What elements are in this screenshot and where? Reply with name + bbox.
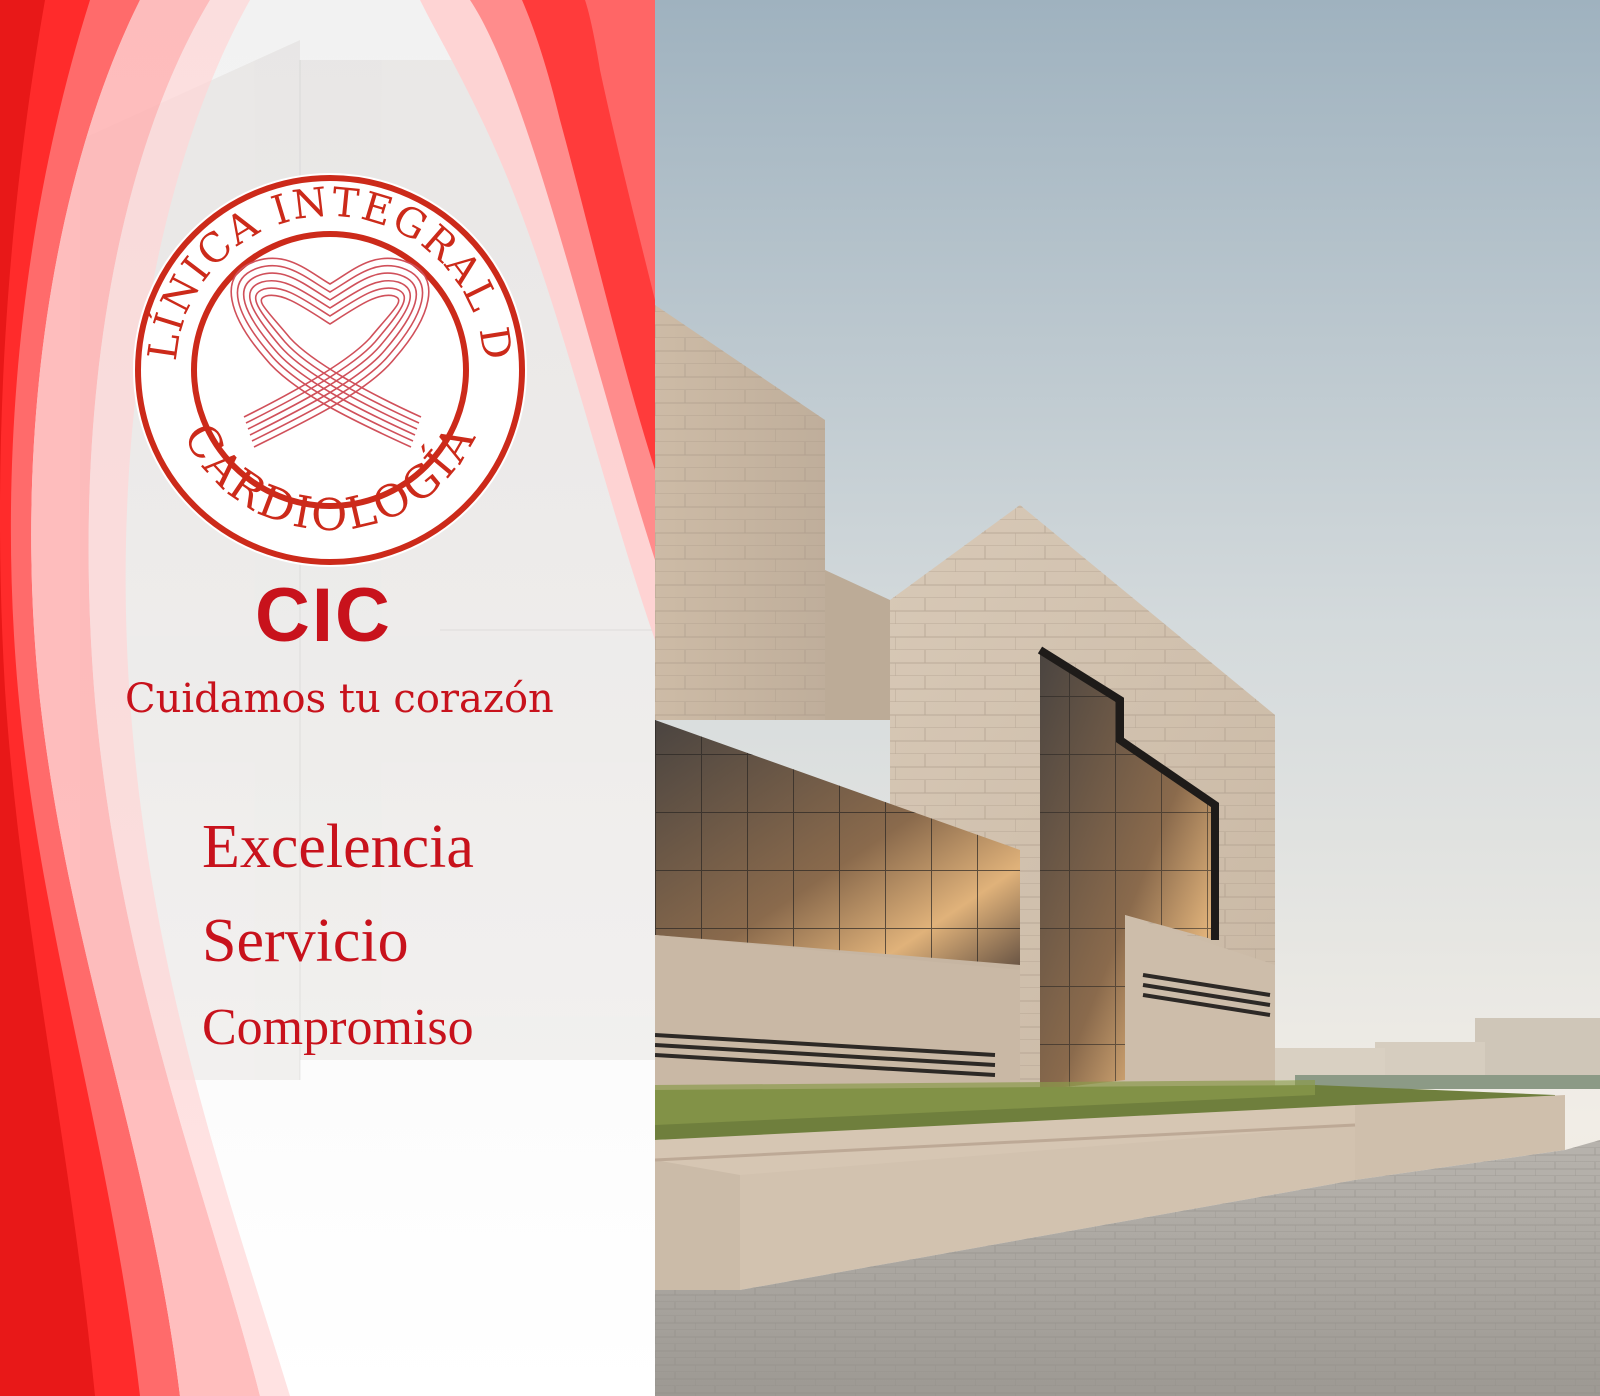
- brand-panel: CLÍNICA INTEGRAL DE CARDIOLOGÍA CIC Cuid…: [0, 0, 655, 1396]
- value-compromiso: Compromiso: [202, 999, 474, 1056]
- building-photo: [655, 0, 1600, 1396]
- tagline: Cuidamos tu corazón: [125, 676, 554, 722]
- modern-clinic-building-photo: [655, 0, 1600, 1396]
- acronym-text: CIC: [255, 573, 392, 658]
- clinic-acronym: CIC: [0, 572, 653, 659]
- value-servicio: Servicio: [202, 907, 409, 975]
- value-excelencia: Excelencia: [202, 813, 474, 881]
- clinic-logo: CLÍNICA INTEGRAL DE CARDIOLOGÍA: [130, 170, 527, 567]
